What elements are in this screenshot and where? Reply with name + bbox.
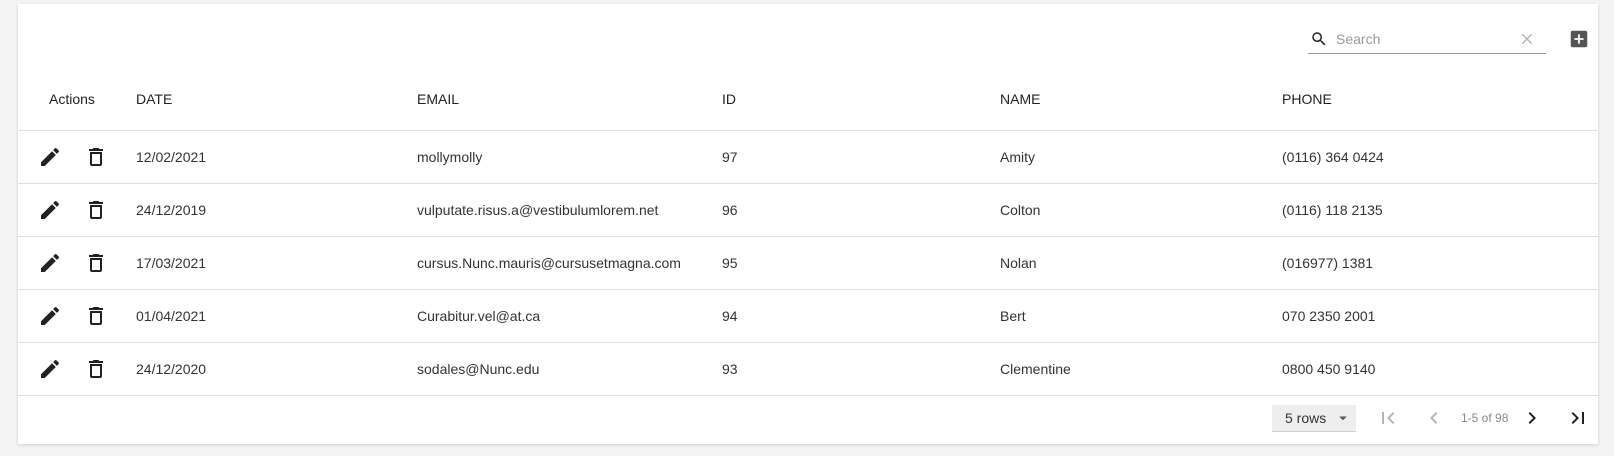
delete-icon[interactable] bbox=[84, 357, 108, 381]
table-pagination: 5 rows 1-5 of 98 bbox=[18, 393, 1598, 444]
search-box bbox=[1308, 24, 1546, 54]
column-header-date[interactable]: DATE bbox=[136, 68, 417, 131]
caret-down-icon bbox=[1334, 409, 1352, 427]
add-box-icon[interactable] bbox=[1568, 28, 1590, 50]
row-actions bbox=[18, 289, 136, 343]
cell-phone: (0116) 364 0424 bbox=[1282, 130, 1598, 184]
table-card: Actions DATE EMAIL ID NAME PHONE 12/02/2… bbox=[18, 4, 1598, 444]
cell-name: Amity bbox=[1000, 130, 1282, 184]
edit-icon[interactable] bbox=[38, 304, 62, 328]
cell-name: Clementine bbox=[1000, 342, 1282, 396]
data-table: Actions DATE EMAIL ID NAME PHONE 12/02/2… bbox=[18, 68, 1598, 396]
edit-icon[interactable] bbox=[38, 357, 62, 381]
cell-phone: (0116) 118 2135 bbox=[1282, 183, 1598, 237]
cell-id: 95 bbox=[722, 236, 1000, 290]
previous-page-icon[interactable] bbox=[1422, 406, 1446, 430]
column-header-id[interactable]: ID bbox=[722, 68, 1000, 131]
table-row: 01/04/2021 Curabitur.vel@at.ca 94 Bert 0… bbox=[18, 289, 1598, 343]
search-input[interactable] bbox=[1336, 27, 1512, 51]
column-header-actions: Actions bbox=[18, 68, 136, 131]
cell-email: mollymolly bbox=[417, 130, 722, 184]
row-actions bbox=[18, 236, 136, 290]
edit-icon[interactable] bbox=[38, 198, 62, 222]
table-row: 24/12/2019 vulputate.risus.a@vestibuluml… bbox=[18, 183, 1598, 237]
cell-phone: (016977) 1381 bbox=[1282, 236, 1598, 290]
table-row: 17/03/2021 cursus.Nunc.mauris@cursusetma… bbox=[18, 236, 1598, 290]
search-icon bbox=[1310, 30, 1328, 48]
next-page-icon[interactable] bbox=[1520, 406, 1544, 430]
table-row: 24/12/2020 sodales@Nunc.edu 93 Clementin… bbox=[18, 342, 1598, 396]
cell-name: Colton bbox=[1000, 183, 1282, 237]
cell-date: 17/03/2021 bbox=[136, 236, 417, 290]
column-header-phone[interactable]: PHONE bbox=[1282, 68, 1598, 131]
cell-phone: 0800 450 9140 bbox=[1282, 342, 1598, 396]
cell-id: 93 bbox=[722, 342, 1000, 396]
close-icon[interactable] bbox=[1518, 30, 1536, 48]
last-page-icon[interactable] bbox=[1566, 406, 1590, 430]
delete-icon[interactable] bbox=[84, 145, 108, 169]
cell-id: 96 bbox=[722, 183, 1000, 237]
delete-icon[interactable] bbox=[84, 304, 108, 328]
delete-icon[interactable] bbox=[84, 251, 108, 275]
first-page-icon[interactable] bbox=[1376, 406, 1400, 430]
page-range-label: 1-5 of 98 bbox=[1461, 411, 1509, 425]
cell-email: Curabitur.vel@at.ca bbox=[417, 289, 722, 343]
table-row: 12/02/2021 mollymolly 97 Amity (0116) 36… bbox=[18, 130, 1598, 184]
cell-date: 24/12/2019 bbox=[136, 183, 417, 237]
cell-id: 94 bbox=[722, 289, 1000, 343]
column-header-name[interactable]: NAME bbox=[1000, 68, 1282, 131]
row-actions bbox=[18, 183, 136, 237]
cell-email: cursus.Nunc.mauris@cursusetmagna.com bbox=[417, 236, 722, 290]
cell-date: 24/12/2020 bbox=[136, 342, 417, 396]
table-header-row: Actions DATE EMAIL ID NAME PHONE bbox=[18, 68, 1598, 131]
rows-per-page-select[interactable]: 5 rows bbox=[1272, 405, 1356, 432]
cell-name: Bert bbox=[1000, 289, 1282, 343]
table-toolbar bbox=[18, 4, 1598, 68]
cell-email: vulputate.risus.a@vestibulumlorem.net bbox=[417, 183, 722, 237]
edit-icon[interactable] bbox=[38, 251, 62, 275]
cell-name: Nolan bbox=[1000, 236, 1282, 290]
edit-icon[interactable] bbox=[38, 145, 62, 169]
delete-icon[interactable] bbox=[84, 198, 108, 222]
cell-date: 01/04/2021 bbox=[136, 289, 417, 343]
row-actions bbox=[18, 342, 136, 396]
cell-email: sodales@Nunc.edu bbox=[417, 342, 722, 396]
cell-date: 12/02/2021 bbox=[136, 130, 417, 184]
cell-phone: 070 2350 2001 bbox=[1282, 289, 1598, 343]
cell-id: 97 bbox=[722, 130, 1000, 184]
column-header-email[interactable]: EMAIL bbox=[417, 68, 722, 131]
row-actions bbox=[18, 130, 136, 184]
rows-per-page-value: 5 rows bbox=[1285, 410, 1327, 426]
